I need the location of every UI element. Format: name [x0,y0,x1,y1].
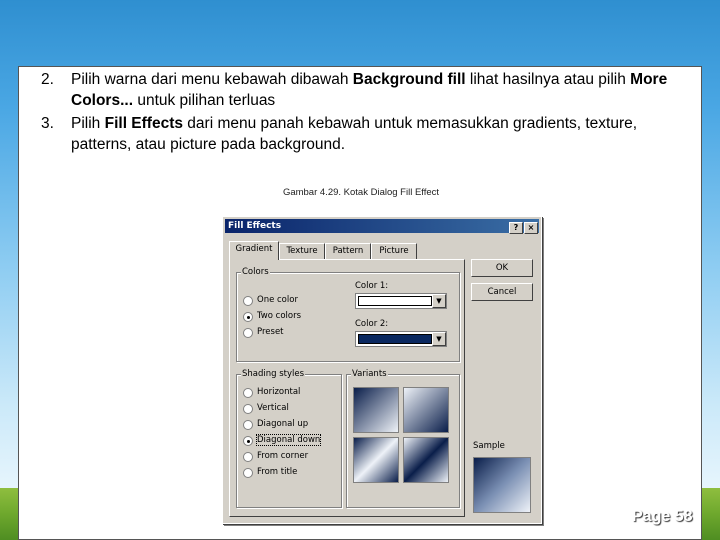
tab-gradient[interactable]: Gradient [229,241,279,260]
list-item: 2. Pilih warna dari menu kebawah dibawah… [41,69,691,111]
dialog-titlebar: Fill Effects ? × [225,219,539,234]
item-text: lihat hasilnya atau pilih [465,71,631,88]
radio-label: From corner [257,451,309,461]
radio-dot [243,404,253,414]
cancel-button[interactable]: Cancel [471,283,533,301]
radio-label: Horizontal [257,387,301,397]
radio-label: From title [257,467,298,477]
radio-label: Vertical [257,403,289,413]
color2-label: Color 2: [355,319,389,329]
sample-preview [473,457,531,513]
item-number: 3. [41,115,54,132]
radio-dot [243,388,253,398]
help-button[interactable]: ? [509,222,523,234]
radio-dot [243,296,253,306]
tab-pattern[interactable]: Pattern [325,243,371,259]
variants-group: Variants [346,369,460,508]
chevron-down-icon[interactable]: ▼ [432,332,446,346]
radio-dot [243,468,253,478]
radio-label: One color [257,295,298,305]
variants-group-label: Variants [351,369,388,379]
instruction-list: 2. Pilih warna dari menu kebawah dibawah… [41,69,691,157]
radio-label: Diagonal down [255,434,322,446]
item-text: untuk pilihan terluas [133,92,276,109]
page-number: Page 58 [632,508,693,525]
radio-label: Two colors [257,311,301,321]
color1-select[interactable]: ▼ [355,293,447,309]
list-item: 3. Pilih Fill Effects dari menu panah ke… [41,113,691,155]
colors-group-label: Colors [241,267,270,277]
radio-dot [243,452,253,462]
color1-swatch [358,296,432,306]
variant-swatch[interactable] [403,437,449,483]
shading-group-label: Shading styles [241,369,306,379]
color2-select[interactable]: ▼ [355,331,447,347]
fill-effects-dialog: Fill Effects ? × Gradient Texture Patter… [222,216,542,524]
gradient-panel: Colors One color Two colors Preset Color… [229,259,465,517]
radio-dot [243,328,253,338]
dialog-title: Fill Effects [228,221,282,231]
color2-swatch [358,334,432,344]
item-text: Pilih [71,115,105,132]
colors-group: Colors One color Two colors Preset Color… [236,267,460,362]
tab-picture[interactable]: Picture [371,243,417,259]
variant-swatch[interactable] [353,387,399,433]
ok-button[interactable]: OK [471,259,533,277]
color1-label: Color 1: [355,281,389,291]
radio-dot [243,420,253,430]
figure-caption: Gambar 4.29. Kotak Dialog Fill Effect [282,187,440,198]
item-number: 2. [41,71,54,88]
tab-texture[interactable]: Texture [279,243,325,259]
close-button[interactable]: × [524,222,538,234]
radio-dot [243,312,253,322]
radio-dot [243,436,253,446]
radio-label: Preset [257,327,284,337]
variant-swatch[interactable] [353,437,399,483]
chevron-down-icon[interactable]: ▼ [432,294,446,308]
variant-swatch[interactable] [403,387,449,433]
shading-styles-group: Shading styles Horizontal Vertical Diago… [236,369,342,508]
item-bold-text: Background fill [352,71,466,88]
item-bold-text: Fill Effects [104,115,183,132]
item-text: Pilih warna dari menu kebawah dibawah [71,71,353,88]
sample-label: Sample [473,441,505,451]
radio-label: Diagonal up [257,419,309,429]
